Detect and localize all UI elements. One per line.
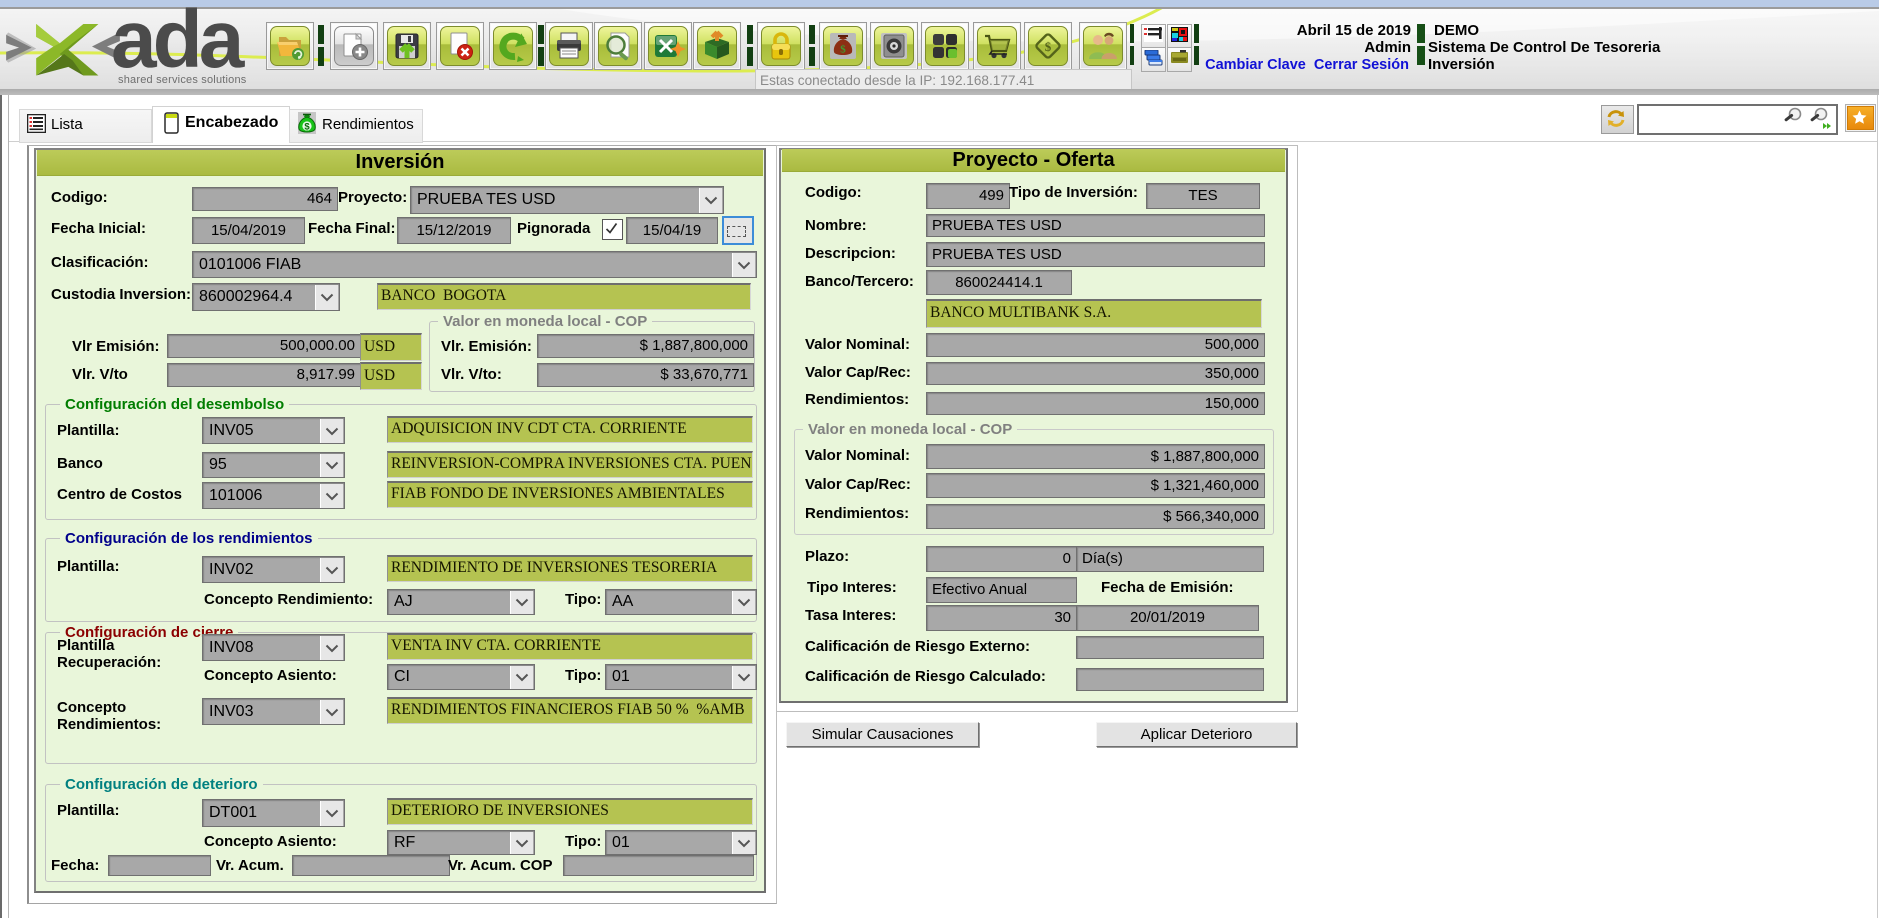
svg-text:$: $: [304, 122, 310, 133]
svg-text:$: $: [1045, 39, 1052, 54]
svg-text:$: $: [840, 44, 846, 56]
